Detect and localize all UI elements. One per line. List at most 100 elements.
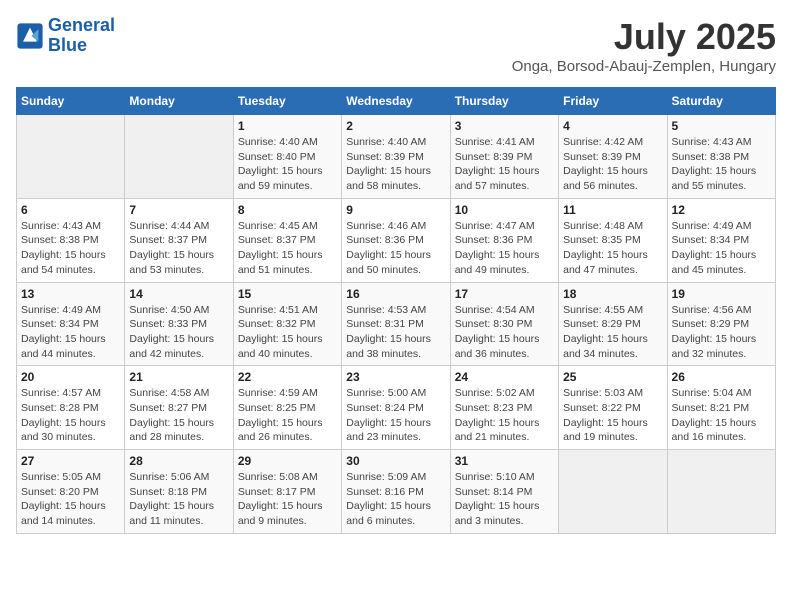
day-info: Sunrise: 4:54 AMSunset: 8:30 PMDaylight:… xyxy=(455,303,554,362)
calendar-cell: 22Sunrise: 4:59 AMSunset: 8:25 PMDayligh… xyxy=(233,366,341,450)
calendar-cell: 17 Sunrise: 4:54 AMSunset: 8:30 PMDayligh… xyxy=(450,282,558,366)
day-number: 2 xyxy=(346,119,445,133)
calendar-cell: 24 Sunrise: 5:02 AMSunset: 8:23 PMDayligh… xyxy=(450,366,558,450)
day-info: Sunrise: 5:04 AMSunset: 8:21 PMDaylight:… xyxy=(672,386,771,445)
calendar-cell: 2Sunrise: 4:40 AMSunset: 8:39 PMDaylight… xyxy=(342,115,450,199)
calendar-cell: 8 Sunrise: 4:45 AMSunset: 8:37 PMDaylight… xyxy=(233,198,341,282)
day-number: 28 xyxy=(129,454,228,468)
day-info: Sunrise: 4:47 AMSunset: 8:36 PMDaylight:… xyxy=(455,219,554,278)
day-info: Sunrise: 5:05 AMSunset: 8:20 PMDaylight:… xyxy=(21,470,120,529)
calendar-cell: 23 Sunrise: 5:00 AMSunset: 8:24 PMDayligh… xyxy=(342,366,450,450)
day-number: 18 xyxy=(563,287,662,301)
page-subtitle: Onga, Borsod-Abauj-Zemplen, Hungary xyxy=(512,58,776,75)
day-info: Sunrise: 4:45 AMSunset: 8:37 PMDaylight:… xyxy=(238,219,337,278)
day-number: 8 xyxy=(238,203,337,217)
day-info: Sunrise: 5:00 AMSunset: 8:24 PMDaylight:… xyxy=(346,386,445,445)
day-number: 15 xyxy=(238,287,337,301)
calendar-cell: 30 Sunrise: 5:09 AMSunset: 8:16 PMDayligh… xyxy=(342,450,450,534)
calendar-cell: 6Sunrise: 4:43 AMSunset: 8:38 PMDaylight… xyxy=(17,198,125,282)
day-number: 4 xyxy=(563,119,662,133)
day-number: 5 xyxy=(672,119,771,133)
day-info: Sunrise: 4:55 AMSunset: 8:29 PMDaylight:… xyxy=(563,303,662,362)
header-monday: Monday xyxy=(125,88,233,115)
calendar-cell: 1Sunrise: 4:40 AMSunset: 8:40 PMDaylight… xyxy=(233,115,341,199)
calendar-table: SundayMondayTuesdayWednesdayThursdayFrid… xyxy=(16,87,776,534)
calendar-cell xyxy=(17,115,125,199)
day-info: Sunrise: 4:43 AMSunset: 8:38 PMDaylight:… xyxy=(672,135,771,194)
day-info: Sunrise: 4:50 AMSunset: 8:33 PMDaylight:… xyxy=(129,303,228,362)
calendar-cell: 26 Sunrise: 5:04 AMSunset: 8:21 PMDayligh… xyxy=(667,366,775,450)
day-number: 6 xyxy=(21,203,120,217)
calendar-cell: 13 Sunrise: 4:49 AMSunset: 8:34 PMDayligh… xyxy=(17,282,125,366)
day-info: Sunrise: 4:53 AMSunset: 8:31 PMDaylight:… xyxy=(346,303,445,362)
day-number: 16 xyxy=(346,287,445,301)
day-number: 20 xyxy=(21,370,120,384)
page-header: General Blue July 2025 Onga, Borsod-Abau… xyxy=(16,16,776,75)
day-info: Sunrise: 5:02 AMSunset: 8:23 PMDaylight:… xyxy=(455,386,554,445)
day-number: 13 xyxy=(21,287,120,301)
calendar-header-row: SundayMondayTuesdayWednesdayThursdayFrid… xyxy=(17,88,776,115)
day-number: 31 xyxy=(455,454,554,468)
day-number: 11 xyxy=(563,203,662,217)
day-number: 9 xyxy=(346,203,445,217)
logo-icon xyxy=(16,22,44,50)
day-number: 23 xyxy=(346,370,445,384)
day-number: 7 xyxy=(129,203,228,217)
day-info: Sunrise: 5:10 AMSunset: 8:14 PMDaylight:… xyxy=(455,470,554,529)
day-number: 3 xyxy=(455,119,554,133)
calendar-cell: 28 Sunrise: 5:06 AMSunset: 8:18 PMDayligh… xyxy=(125,450,233,534)
day-info: Sunrise: 5:06 AMSunset: 8:18 PMDaylight:… xyxy=(129,470,228,529)
header-thursday: Thursday xyxy=(450,88,558,115)
calendar-cell: 19Sunrise: 4:56 AMSunset: 8:29 PMDayligh… xyxy=(667,282,775,366)
calendar-cell: 18 Sunrise: 4:55 AMSunset: 8:29 PMDayligh… xyxy=(559,282,667,366)
calendar-week-row: 20 Sunrise: 4:57 AMSunset: 8:28 PMDayligh… xyxy=(17,366,776,450)
calendar-cell: 7Sunrise: 4:44 AMSunset: 8:37 PMDaylight… xyxy=(125,198,233,282)
calendar-cell: 10 Sunrise: 4:47 AMSunset: 8:36 PMDayligh… xyxy=(450,198,558,282)
page-title: July 2025 xyxy=(512,16,776,58)
calendar-cell: 12 Sunrise: 4:49 AMSunset: 8:34 PMDayligh… xyxy=(667,198,775,282)
header-wednesday: Wednesday xyxy=(342,88,450,115)
day-info: Sunrise: 4:40 AMSunset: 8:40 PMDaylight:… xyxy=(238,135,337,194)
day-info: Sunrise: 4:51 AMSunset: 8:32 PMDaylight:… xyxy=(238,303,337,362)
header-sunday: Sunday xyxy=(17,88,125,115)
day-info: Sunrise: 4:41 AMSunset: 8:39 PMDaylight:… xyxy=(455,135,554,194)
day-info: Sunrise: 4:58 AMSunset: 8:27 PMDaylight:… xyxy=(129,386,228,445)
day-info: Sunrise: 4:49 AMSunset: 8:34 PMDaylight:… xyxy=(672,219,771,278)
day-info: Sunrise: 4:56 AMSunset: 8:29 PMDaylight:… xyxy=(672,303,771,362)
calendar-cell: 15 Sunrise: 4:51 AMSunset: 8:32 PMDayligh… xyxy=(233,282,341,366)
day-number: 10 xyxy=(455,203,554,217)
calendar-cell: 29Sunrise: 5:08 AMSunset: 8:17 PMDayligh… xyxy=(233,450,341,534)
calendar-cell: 16 Sunrise: 4:53 AMSunset: 8:31 PMDayligh… xyxy=(342,282,450,366)
calendar-cell xyxy=(559,450,667,534)
header-friday: Friday xyxy=(559,88,667,115)
day-info: Sunrise: 4:46 AMSunset: 8:36 PMDaylight:… xyxy=(346,219,445,278)
calendar-cell: 9 Sunrise: 4:46 AMSunset: 8:36 PMDaylight… xyxy=(342,198,450,282)
day-number: 17 xyxy=(455,287,554,301)
calendar-cell: 27Sunrise: 5:05 AMSunset: 8:20 PMDayligh… xyxy=(17,450,125,534)
calendar-cell: 14Sunrise: 4:50 AMSunset: 8:33 PMDayligh… xyxy=(125,282,233,366)
title-area: July 2025 Onga, Borsod-Abauj-Zemplen, Hu… xyxy=(512,16,776,75)
day-info: Sunrise: 4:42 AMSunset: 8:39 PMDaylight:… xyxy=(563,135,662,194)
calendar-week-row: 6Sunrise: 4:43 AMSunset: 8:38 PMDaylight… xyxy=(17,198,776,282)
day-info: Sunrise: 4:49 AMSunset: 8:34 PMDaylight:… xyxy=(21,303,120,362)
header-tuesday: Tuesday xyxy=(233,88,341,115)
day-number: 24 xyxy=(455,370,554,384)
calendar-cell: 25Sunrise: 5:03 AMSunset: 8:22 PMDayligh… xyxy=(559,366,667,450)
calendar-cell: 31 Sunrise: 5:10 AMSunset: 8:14 PMDayligh… xyxy=(450,450,558,534)
calendar-cell xyxy=(125,115,233,199)
calendar-cell: 4 Sunrise: 4:42 AMSunset: 8:39 PMDaylight… xyxy=(559,115,667,199)
day-number: 12 xyxy=(672,203,771,217)
day-info: Sunrise: 5:08 AMSunset: 8:17 PMDaylight:… xyxy=(238,470,337,529)
header-saturday: Saturday xyxy=(667,88,775,115)
day-info: Sunrise: 4:48 AMSunset: 8:35 PMDaylight:… xyxy=(563,219,662,278)
day-number: 26 xyxy=(672,370,771,384)
calendar-cell xyxy=(667,450,775,534)
calendar-cell: 20 Sunrise: 4:57 AMSunset: 8:28 PMDayligh… xyxy=(17,366,125,450)
calendar-week-row: 27Sunrise: 5:05 AMSunset: 8:20 PMDayligh… xyxy=(17,450,776,534)
calendar-cell: 5 Sunrise: 4:43 AMSunset: 8:38 PMDaylight… xyxy=(667,115,775,199)
day-info: Sunrise: 4:57 AMSunset: 8:28 PMDaylight:… xyxy=(21,386,120,445)
day-number: 30 xyxy=(346,454,445,468)
calendar-cell: 11 Sunrise: 4:48 AMSunset: 8:35 PMDayligh… xyxy=(559,198,667,282)
day-info: Sunrise: 5:09 AMSunset: 8:16 PMDaylight:… xyxy=(346,470,445,529)
logo-text: General Blue xyxy=(48,16,115,56)
